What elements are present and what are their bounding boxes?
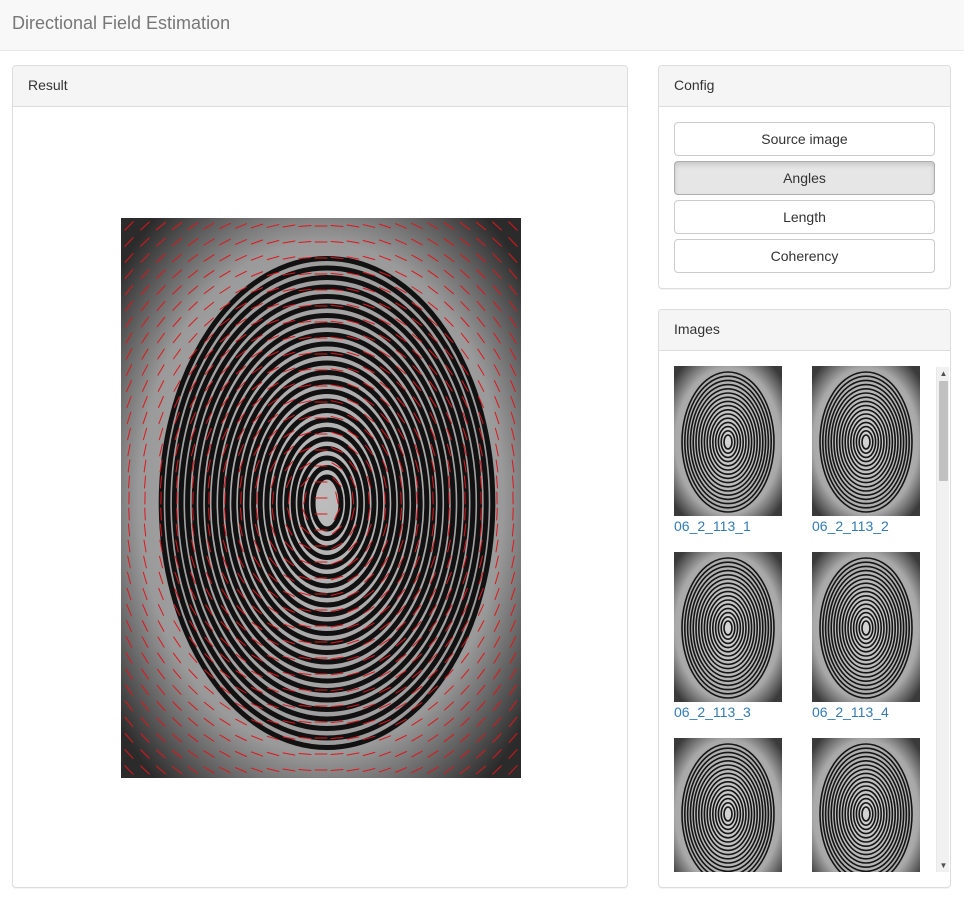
config-heading: Config <box>659 66 950 107</box>
angles-button[interactable]: Angles <box>674 161 935 195</box>
top-navbar: Directional Field Estimation <box>0 0 964 51</box>
thumbnail-item[interactable]: 06_2_113_4 <box>812 552 922 720</box>
scrollbar-thumb[interactable] <box>939 381 948 481</box>
thumbnail-item[interactable] <box>812 738 922 872</box>
thumbnail-image[interactable] <box>812 552 920 702</box>
thumbnail-image[interactable] <box>674 552 782 702</box>
thumbnail-image[interactable] <box>674 738 782 872</box>
images-heading: Images <box>659 310 950 351</box>
images-panel: Images 06_2_113_1 06_2_113_2 06_2_113_3 … <box>658 309 951 888</box>
thumbnail-link[interactable]: 06_2_113_3 <box>674 704 784 720</box>
triangle-up-icon[interactable]: ▲ <box>937 367 950 380</box>
result-fingerprint-image <box>121 218 521 778</box>
result-panel: Result <box>12 65 628 888</box>
thumbnail-link[interactable]: 06_2_113_2 <box>812 518 922 534</box>
app-title[interactable]: Directional Field Estimation <box>12 13 230 34</box>
length-button[interactable]: Length <box>674 200 935 234</box>
thumbnail-item[interactable]: 06_2_113_2 <box>812 366 922 534</box>
thumbnail-item[interactable]: 06_2_113_3 <box>674 552 784 720</box>
source-image-button[interactable]: Source image <box>674 122 935 156</box>
thumbnail-image[interactable] <box>674 366 782 516</box>
result-heading: Result <box>13 66 627 107</box>
thumbnail-image[interactable] <box>812 738 920 872</box>
thumbnail-item[interactable] <box>674 738 784 872</box>
thumbnail-link[interactable]: 06_2_113_4 <box>812 704 922 720</box>
image-thumbnail-list[interactable]: 06_2_113_1 06_2_113_2 06_2_113_3 06_2_11… <box>674 366 936 872</box>
thumbnail-link[interactable]: 06_2_113_1 <box>674 518 784 534</box>
coherency-button[interactable]: Coherency <box>674 239 935 273</box>
thumbnail-image[interactable] <box>812 366 920 516</box>
config-panel: Config Source image Angles Length Cohere… <box>658 65 951 289</box>
thumbnail-scrollbar[interactable]: ▲ ▼ <box>936 367 949 872</box>
thumbnail-item[interactable]: 06_2_113_1 <box>674 366 784 534</box>
triangle-down-icon[interactable]: ▼ <box>937 859 950 872</box>
